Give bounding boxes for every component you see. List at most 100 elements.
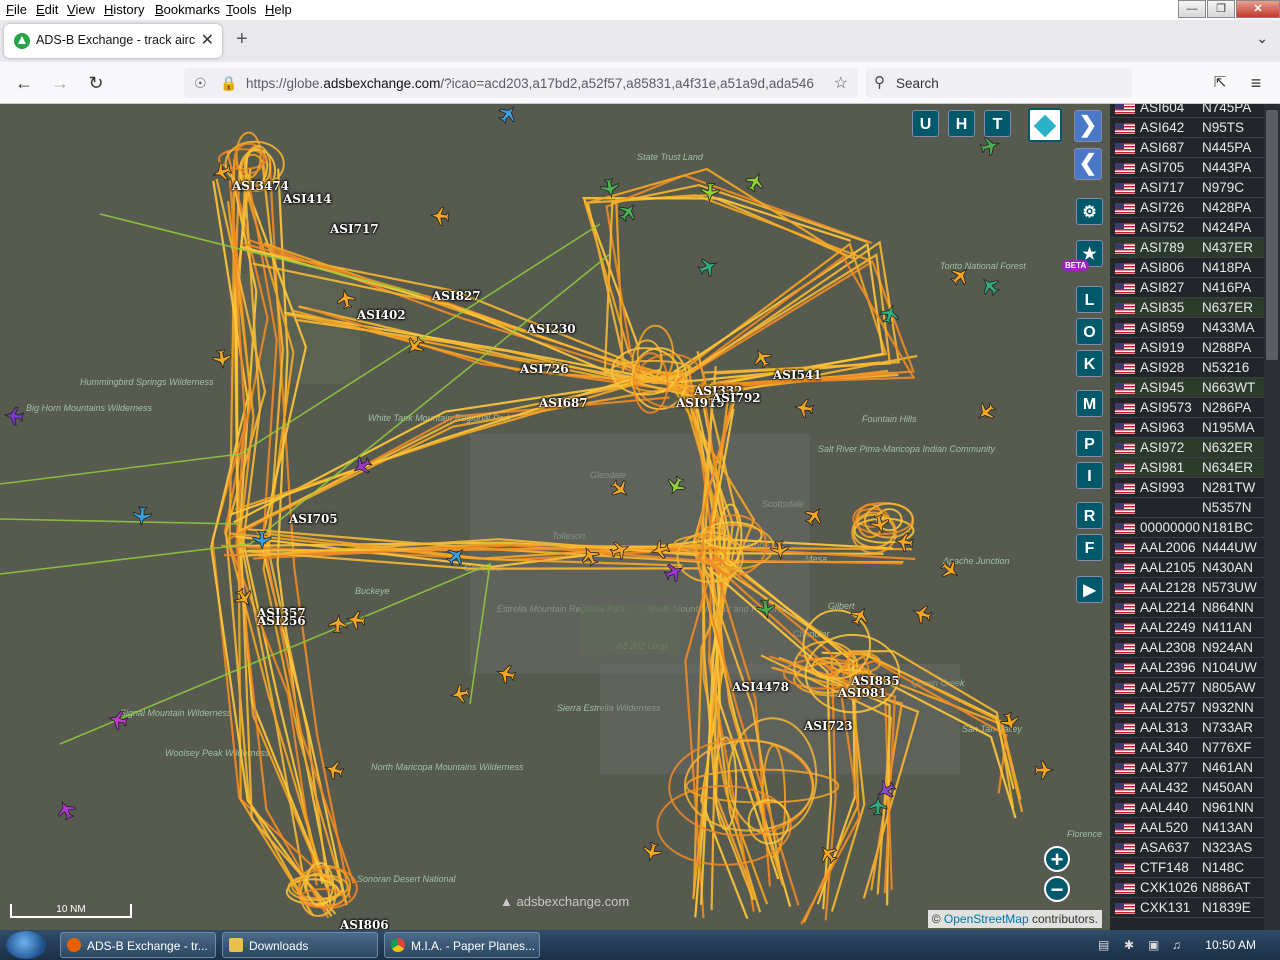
url-bar[interactable]: ☉ 🔒 https://globe.adsbexchange.com/?icao… (184, 68, 858, 98)
aircraft-icon[interactable] (429, 206, 450, 226)
aircraft-row[interactable]: ASI726 N428PA (1110, 198, 1264, 218)
map-view[interactable]: Tonto National ForestFountain HillsScott… (0, 104, 1110, 930)
layers-icon[interactable] (1028, 108, 1062, 142)
zoom-in-button[interactable]: + (1044, 846, 1070, 872)
aircraft-icon[interactable] (641, 841, 663, 863)
k-button[interactable]: K (1076, 350, 1103, 377)
aircraft-row[interactable]: AAL432 N450AN (1110, 778, 1264, 798)
aircraft-row[interactable]: N5357N (1110, 498, 1264, 518)
aircraft-row[interactable]: ASI993 N281TW (1110, 478, 1264, 498)
o-button[interactable]: O (1076, 318, 1103, 345)
reload-icon[interactable]: ↻ (84, 71, 108, 95)
monitor-icon[interactable]: ▣ (1148, 938, 1159, 952)
menu-help[interactable]: Help (265, 2, 292, 17)
settings-gear-icon[interactable]: ⚙ (1076, 198, 1103, 225)
aircraft-icon[interactable] (212, 348, 232, 370)
menu-tools[interactable]: Tools (226, 2, 256, 17)
i-button[interactable]: I (1076, 462, 1103, 489)
aircraft-row[interactable]: AAL2308 N924AN (1110, 638, 1264, 658)
aircraft-icon[interactable] (345, 610, 366, 630)
callsign-label[interactable]: ASI3474 (232, 179, 289, 193)
f-button[interactable]: F (1076, 534, 1103, 561)
aircraft-row[interactable]: CXK1026 N886AT (1110, 878, 1264, 898)
network-icon[interactable]: ▤ (1098, 938, 1109, 952)
close-tab-icon[interactable]: ✕ (201, 30, 214, 50)
aircraft-icon[interactable] (977, 273, 1002, 298)
callsign-label[interactable]: ASI792 (712, 391, 761, 405)
aircraft-row[interactable]: ASI835 N637ER (1110, 298, 1264, 318)
aircraft-row[interactable]: AAL2214 N864NN (1110, 598, 1264, 618)
bookmark-star-icon[interactable]: ☆ (834, 73, 848, 93)
u-button[interactable]: U (912, 110, 939, 137)
osm-link[interactable]: OpenStreetMap (944, 912, 1029, 926)
aircraft-row[interactable]: CXK131 N1839E (1110, 898, 1264, 918)
chevron-down-icon[interactable]: ⌄ (1256, 30, 1268, 47)
menu-bookmarks[interactable]: Bookmarks (155, 2, 220, 17)
aircraft-icon[interactable] (1034, 760, 1055, 780)
callsign-label[interactable]: ASI402 (357, 308, 406, 322)
aircraft-row[interactable]: AAL2128 N573UW (1110, 578, 1264, 598)
h-button[interactable]: H (948, 110, 975, 137)
menu-edit[interactable]: Edit (36, 2, 58, 17)
aircraft-row[interactable]: ASI705 N443PA (1110, 158, 1264, 178)
callsign-label[interactable]: ASI717 (330, 222, 379, 236)
sidebar-scrollbar[interactable] (1264, 104, 1280, 930)
aircraft-icon[interactable] (911, 603, 934, 626)
menu-view[interactable]: View (67, 2, 95, 17)
callsign-label[interactable]: ASI981 (838, 686, 887, 700)
windows-start-icon[interactable] (6, 931, 46, 959)
aircraft-row[interactable]: ASA637 N323AS (1110, 838, 1264, 858)
p-button[interactable]: P (1076, 430, 1103, 457)
aircraft-row[interactable]: ASI789 N437ER (1110, 238, 1264, 258)
aircraft-icon[interactable] (615, 199, 640, 224)
aircraft-icon[interactable] (973, 399, 998, 424)
aircraft-row[interactable]: AAL440 N961NN (1110, 798, 1264, 818)
aircraft-row[interactable]: ASI827 N416PA (1110, 278, 1264, 298)
aircraft-icon[interactable] (793, 398, 815, 419)
aircraft-row[interactable]: CTF148 N148C (1110, 858, 1264, 878)
search-bar[interactable]: ⚲ Search (866, 68, 1132, 98)
scrollbar-thumb[interactable] (1266, 110, 1278, 360)
aircraft-row[interactable]: AAL520 N413AN (1110, 818, 1264, 838)
aircraft-row[interactable]: AAL2577 N805AW (1110, 678, 1264, 698)
restore-button[interactable]: ❐ (1207, 0, 1235, 18)
aircraft-row[interactable]: 00000000 N181BC (1110, 518, 1264, 538)
aircraft-row[interactable]: ASI972 N632ER (1110, 438, 1264, 458)
aircraft-icon[interactable] (3, 406, 24, 426)
extensions-icon[interactable]: ⇱ (1208, 71, 1232, 95)
aircraft-row[interactable]: ASI752 N424PA (1110, 218, 1264, 238)
callsign-label[interactable]: ASI230 (527, 322, 576, 336)
callsign-label[interactable]: ASI827 (432, 289, 481, 303)
system-clock[interactable]: 10:50 AM (1205, 938, 1256, 952)
callsign-label[interactable]: ASI723 (804, 719, 853, 733)
aircraft-icon[interactable] (743, 170, 767, 194)
aircraft-row[interactable]: AAL2105 N430AN (1110, 558, 1264, 578)
url-text[interactable]: https://globe.adsbexchange.com/?icao=acd… (246, 76, 822, 91)
aircraft-icon[interactable] (449, 683, 471, 704)
aircraft-row[interactable]: ASI963 N195MA (1110, 418, 1264, 438)
callsign-label[interactable]: ASI806 (340, 918, 389, 930)
tab-adsb-exchange[interactable]: ADS-B Exchange - track aircraft ✕ (4, 24, 222, 58)
minimize-button[interactable]: — (1178, 0, 1206, 18)
aircraft-row[interactable]: AAL2249 N411AN (1110, 618, 1264, 638)
aircraft-row[interactable]: ASI642 N95TS (1110, 118, 1264, 138)
collapse-sidebar-arrow-icon[interactable]: ❮ (1074, 148, 1102, 180)
t-button[interactable]: T (984, 110, 1011, 137)
bluetooth-icon[interactable]: ✱ (1124, 938, 1134, 952)
callsign-label[interactable]: ASI256 (257, 614, 306, 628)
aircraft-row[interactable]: AAL340 N776XF (1110, 738, 1264, 758)
aircraft-list-sidebar[interactable]: ASI604 N745PA ASI642 N95TS ASI687 N445PA ASI70… (1110, 104, 1280, 930)
volume-icon[interactable]: ♫ (1172, 938, 1181, 952)
aircraft-icon[interactable] (495, 104, 520, 127)
aircraft-row[interactable]: ASI687 N445PA (1110, 138, 1264, 158)
tracking-shield-icon[interactable]: ☉ (194, 75, 207, 92)
zoom-out-button[interactable]: − (1044, 876, 1070, 902)
aircraft-row[interactable]: AAL313 N733AR (1110, 718, 1264, 738)
callsign-label[interactable]: ASI541 (773, 368, 822, 382)
aircraft-row[interactable]: ASI919 N288PA (1110, 338, 1264, 358)
aircraft-icon[interactable] (979, 135, 1001, 157)
aircraft-icon[interactable] (696, 255, 720, 279)
close-window-button[interactable]: ✕ (1236, 0, 1280, 18)
taskbar-downloads[interactable]: Downloads (222, 932, 378, 958)
callsign-label[interactable]: ASI4478 (732, 680, 789, 694)
